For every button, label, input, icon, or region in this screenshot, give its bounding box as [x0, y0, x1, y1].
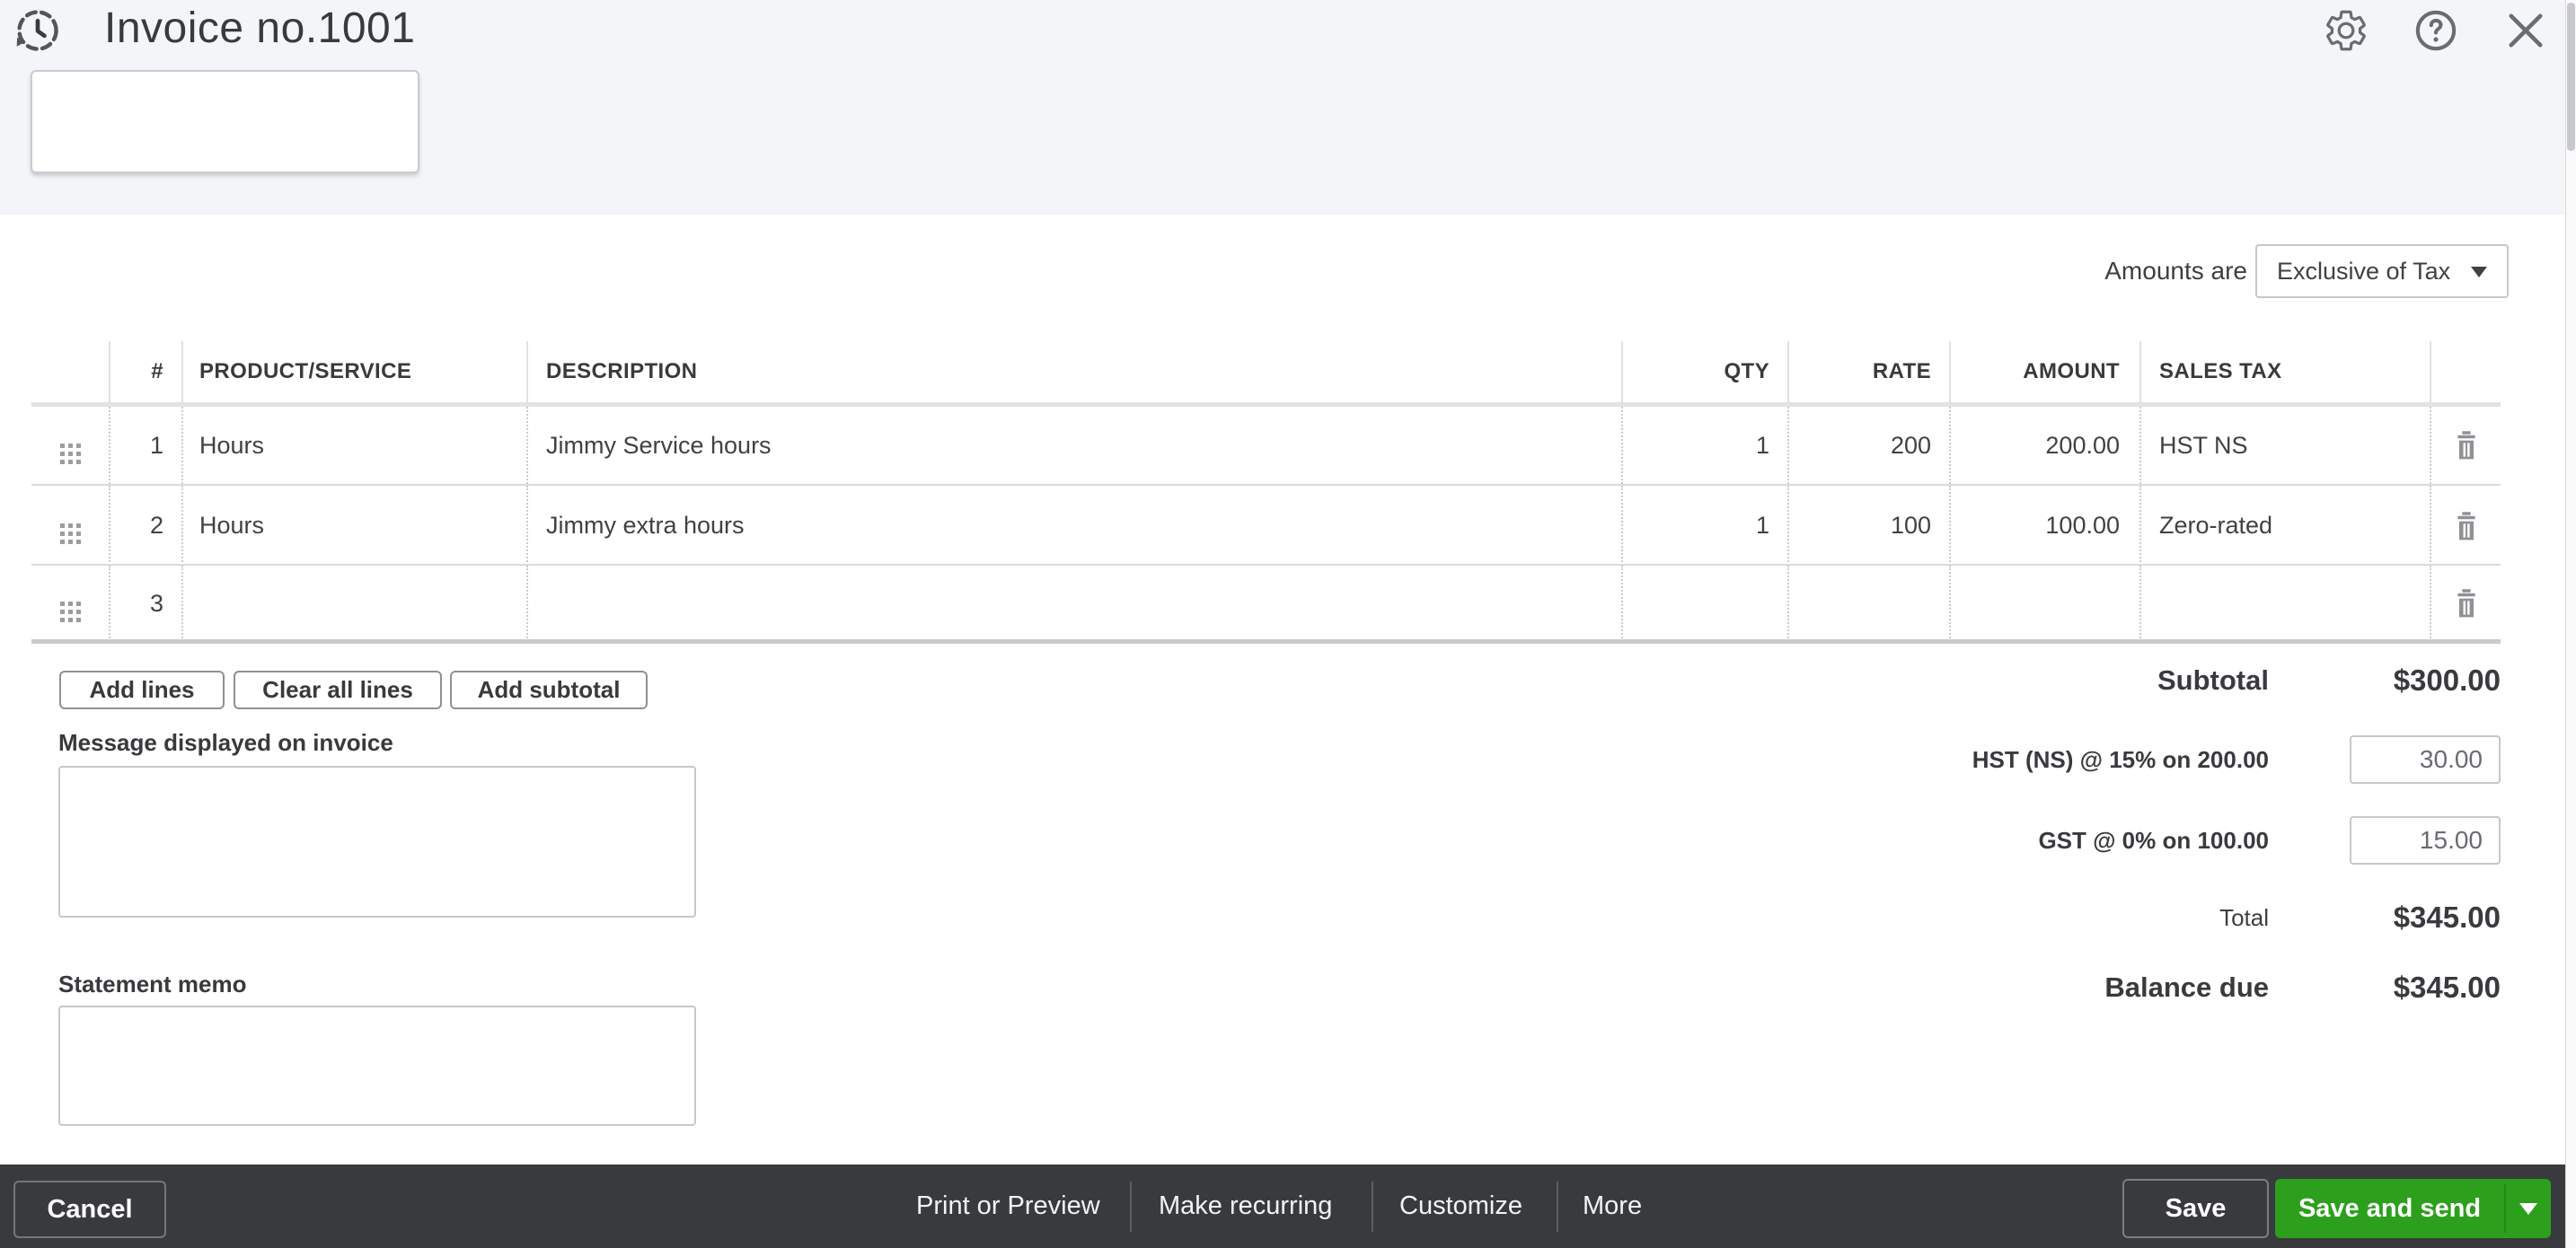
caret-down-icon [2471, 267, 2487, 277]
footer-divider [1372, 1182, 1373, 1232]
statement-memo-textarea[interactable] [58, 1006, 696, 1126]
col-header-number: # [109, 341, 181, 402]
footer-bar: Cancel Print or Preview Make recurring C… [0, 1165, 2576, 1248]
rate-cell[interactable]: 200 [1787, 407, 1949, 484]
qty-cell[interactable] [1621, 566, 1787, 641]
description-cell[interactable] [526, 566, 1621, 641]
amount-cell[interactable]: 100.00 [1949, 486, 2139, 566]
total-value: $345.00 [2269, 901, 2501, 935]
page-title: Invoice no.1001 [104, 0, 415, 57]
subtotal-value: $300.00 [2269, 664, 2501, 698]
save-and-send-label: Save and send [2275, 1179, 2504, 1238]
balance-due-value: $345.00 [2269, 971, 2501, 1005]
qty-cell[interactable]: 1 [1621, 407, 1787, 484]
save-button[interactable]: Save [2122, 1179, 2269, 1238]
header-bar: Invoice no.1001 [0, 0, 2576, 215]
sales-tax-cell[interactable]: Zero-rated [2139, 486, 2431, 566]
row-number: 2 [109, 486, 181, 566]
product-cell[interactable]: Hours [181, 407, 526, 484]
help-icon[interactable] [2413, 7, 2459, 54]
product-cell[interactable]: Hours [181, 486, 526, 566]
amount-cell[interactable] [1949, 566, 2139, 641]
hst-tax-amount-input[interactable] [2350, 735, 2501, 784]
footer-divider [1130, 1182, 1132, 1232]
tax-line-row: HST (NS) @ 15% on 200.00 [1347, 734, 2501, 785]
scrollbar-track[interactable] [2565, 0, 2576, 1248]
line-items-table: # PRODUCT/SERVICE DESCRIPTION QTY RATE A… [31, 341, 2501, 644]
table-row: 1 Hours Jimmy Service hours 1 200 200.00… [31, 407, 2501, 484]
grip-dots-icon [60, 444, 65, 448]
gst-tax-label: GST @ 0% on 100.00 [2038, 827, 2269, 855]
description-cell[interactable]: Jimmy extra hours [526, 486, 1621, 566]
hst-tax-label: HST (NS) @ 15% on 200.00 [1972, 746, 2269, 774]
clear-all-lines-button[interactable]: Clear all lines [234, 671, 442, 709]
col-header-description: DESCRIPTION [526, 341, 1621, 402]
amounts-are-label: Amounts are [2104, 244, 2247, 298]
subtotal-label: Subtotal [2157, 664, 2269, 697]
save-and-send-button[interactable]: Save and send [2275, 1179, 2551, 1238]
table-bottom-border [31, 639, 2501, 644]
amount-cell[interactable]: 200.00 [1949, 407, 2139, 484]
clipped-input-box[interactable] [31, 70, 419, 173]
rate-cell[interactable] [1787, 566, 1949, 641]
scrollbar-thumb[interactable] [2567, 3, 2575, 151]
invoice-window: Invoice no.1001 Amounts are Exclusive of… [0, 0, 2576, 1248]
add-subtotal-button[interactable]: Add subtotal [450, 671, 648, 709]
total-row: Total $345.00 [1347, 892, 2501, 943]
sales-tax-cell[interactable]: HST NS [2139, 407, 2431, 484]
save-options-dropdown[interactable] [2506, 1179, 2551, 1238]
total-label: Total [2219, 904, 2269, 932]
gear-icon[interactable] [2323, 7, 2369, 54]
print-or-preview-link[interactable]: Print or Preview [916, 1165, 1100, 1248]
drag-handle[interactable] [31, 407, 109, 484]
history-clock-icon[interactable] [13, 5, 63, 56]
statement-memo-label: Statement memo [58, 971, 247, 998]
row-number: 1 [109, 407, 181, 484]
balance-due-row: Balance due $345.00 [1347, 962, 2501, 1013]
message-label: Message displayed on invoice [58, 729, 393, 757]
delete-row-button[interactable] [2431, 486, 2501, 566]
table-row: 2 Hours Jimmy extra hours 1 100 100.00 Z… [31, 484, 2501, 566]
delete-row-button[interactable] [2431, 566, 2501, 641]
subtotal-row: Subtotal $300.00 [1347, 655, 2501, 706]
tax-line-row: GST @ 0% on 100.00 [1347, 815, 2501, 866]
balance-due-label: Balance due [2104, 971, 2269, 1004]
col-header-sales-tax: SALES TAX [2139, 341, 2431, 402]
tax-mode-value: Exclusive of Tax [2277, 246, 2450, 296]
close-icon[interactable] [2502, 7, 2549, 54]
make-recurring-link[interactable]: Make recurring [1159, 1165, 1332, 1248]
delete-row-button[interactable] [2431, 407, 2501, 484]
col-header-qty: QTY [1621, 341, 1787, 402]
col-header-amount: AMOUNT [1949, 341, 2139, 402]
customize-link[interactable]: Customize [1399, 1165, 1522, 1248]
footer-divider [1557, 1182, 1558, 1232]
product-cell[interactable] [181, 566, 526, 641]
description-cell[interactable]: Jimmy Service hours [526, 407, 1621, 484]
col-header-product: PRODUCT/SERVICE [181, 341, 526, 402]
message-textarea[interactable] [58, 766, 696, 918]
drag-handle[interactable] [31, 566, 109, 641]
qty-cell[interactable]: 1 [1621, 486, 1787, 566]
table-row: 3 [31, 564, 2501, 641]
trash-icon [2452, 586, 2481, 620]
gst-tax-amount-input[interactable] [2350, 816, 2501, 865]
caret-down-icon [2519, 1203, 2537, 1215]
cancel-button[interactable]: Cancel [13, 1181, 166, 1238]
more-link[interactable]: More [1583, 1165, 1642, 1248]
col-header-rate: RATE [1787, 341, 1949, 402]
tax-mode-dropdown[interactable]: Exclusive of Tax [2255, 244, 2509, 298]
add-lines-button[interactable]: Add lines [59, 671, 225, 709]
grip-dots-icon [60, 602, 65, 606]
table-header-row: # PRODUCT/SERVICE DESCRIPTION QTY RATE A… [31, 341, 2501, 402]
trash-icon [2452, 428, 2481, 462]
drag-handle[interactable] [31, 486, 109, 566]
row-number: 3 [109, 566, 181, 641]
grip-dots-icon [60, 523, 65, 528]
sales-tax-cell[interactable] [2139, 566, 2431, 641]
rate-cell[interactable]: 100 [1787, 486, 1949, 566]
trash-icon [2452, 509, 2481, 543]
